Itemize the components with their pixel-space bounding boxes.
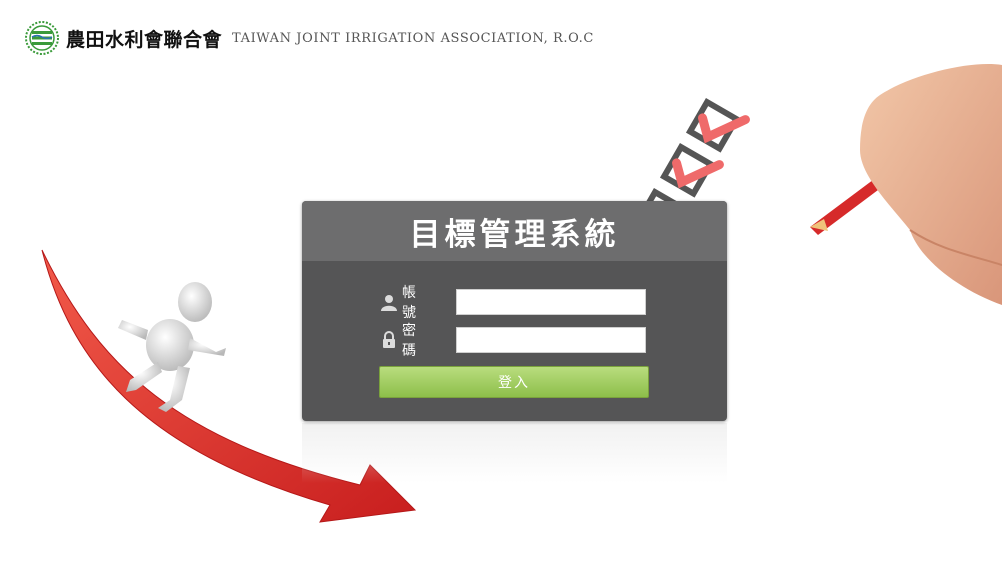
account-label: 帳號	[402, 285, 432, 321]
password-input[interactable]	[456, 327, 646, 353]
password-label: 密碼	[402, 323, 432, 359]
association-logo	[25, 21, 59, 55]
panel-reflection	[302, 423, 727, 483]
login-panel: 目標管理系統 帳號 密碼 登入	[302, 201, 727, 421]
org-name-chinese: 農田水利會聯合會	[66, 28, 223, 51]
org-name-english: TAIWAN JOINT IRRIGATION ASSOCIATION, R.O…	[232, 30, 594, 46]
system-title: 目標管理系統	[409, 216, 620, 253]
account-input[interactable]	[456, 289, 646, 315]
login-button[interactable]: 登入	[379, 366, 649, 398]
user-icon	[380, 293, 398, 311]
header: 農田水利會聯合會 TAIWAN JOINT IRRIGATION ASSOCIA…	[24, 20, 594, 56]
title-bar: 目標管理系統	[302, 201, 727, 261]
lock-icon	[380, 331, 398, 349]
account-row: 帳號	[380, 282, 646, 322]
password-row: 密碼	[380, 320, 646, 360]
